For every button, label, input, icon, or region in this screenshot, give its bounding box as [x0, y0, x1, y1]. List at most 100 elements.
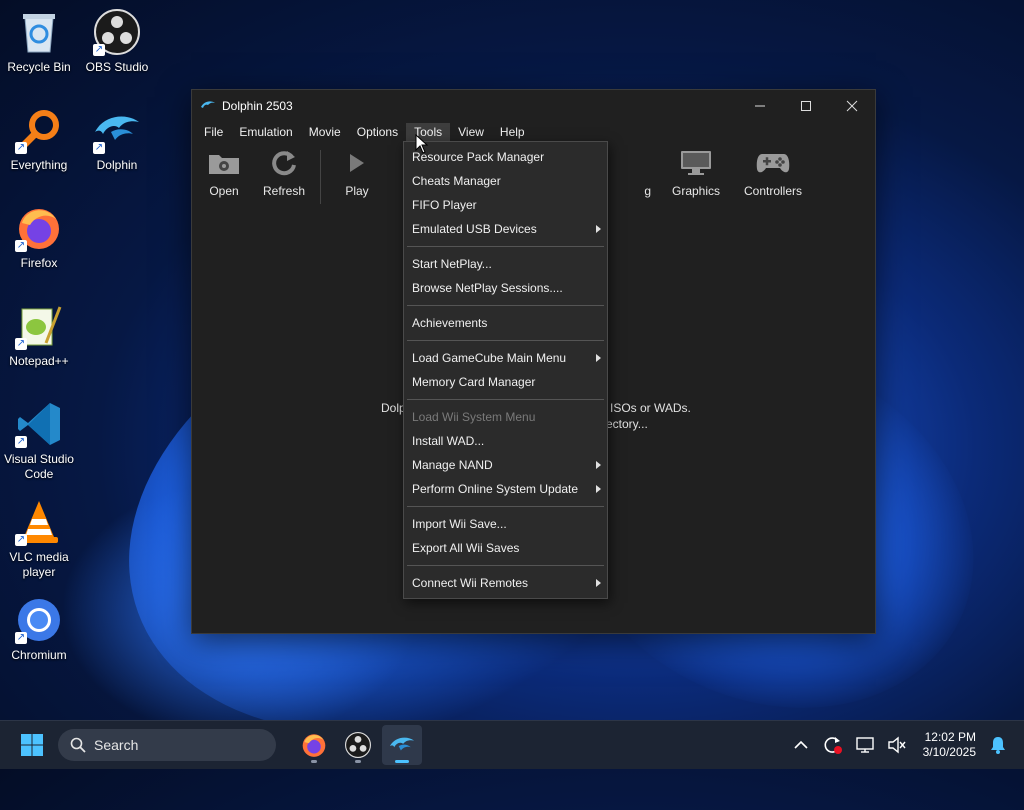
menu-item-manage-nand[interactable]: Manage NAND [404, 453, 607, 477]
volume-button[interactable] [885, 733, 909, 757]
menu-item-fifo-player[interactable]: FIFO Player [404, 193, 607, 217]
submenu-arrow-icon [596, 579, 601, 587]
menu-file[interactable]: File [196, 123, 231, 141]
menu-emulation[interactable]: Emulation [231, 123, 300, 141]
menu-item-label: Import Wii Save... [412, 517, 507, 531]
clock-time: 12:02 PM [924, 730, 976, 744]
menu-item-perform-online-system-update[interactable]: Perform Online System Update [404, 477, 607, 501]
menu-item-label: Perform Online System Update [412, 482, 579, 496]
menu-separator [407, 399, 604, 400]
menu-item-achievements[interactable]: Achievements [404, 311, 607, 335]
refresh-button[interactable]: Refresh [254, 148, 314, 198]
obs-studio-icon [345, 732, 371, 758]
menu-item-memory-card-manager[interactable]: Memory Card Manager [404, 370, 607, 394]
clock-date: 3/10/2025 [922, 745, 976, 759]
title-bar[interactable]: Dolphin 2503 [192, 90, 875, 122]
controllers-button[interactable]: Controllers [735, 148, 811, 198]
menu-item-start-netplay[interactable]: Start NetPlay... [404, 252, 607, 276]
menu-separator [407, 305, 604, 306]
obs-studio-icon: ↗ [93, 8, 141, 56]
desktop-icon-dolphin[interactable]: ↗ Dolphin [78, 106, 156, 173]
notepadpp-icon: ↗ [15, 302, 63, 350]
menu-options[interactable]: Options [349, 123, 406, 141]
menu-item-label: Manage NAND [412, 458, 493, 472]
empty-message-right-line1: ISOs or WADs. [610, 401, 691, 415]
system-tray: 12:02 PM 3/10/2025 [781, 721, 1024, 769]
notifications-button[interactable] [986, 733, 1010, 757]
minimize-button[interactable] [737, 90, 783, 122]
recycle-bin-icon [15, 8, 63, 56]
menu-item-install-wad[interactable]: Install WAD... [404, 429, 607, 453]
menu-item-label: Memory Card Manager [412, 375, 536, 389]
menu-item-label: FIFO Player [412, 198, 477, 212]
taskbar-search-box[interactable]: Search [58, 729, 276, 761]
show-hidden-icons-button[interactable] [789, 733, 813, 757]
chromium-icon: ↗ [15, 596, 63, 644]
gamepad-icon [755, 148, 791, 178]
clock[interactable]: 12:02 PM 3/10/2025 [923, 730, 976, 760]
firefox-icon: ↗ [15, 204, 63, 252]
taskbar-obs-studio[interactable] [338, 725, 378, 765]
dolphin-icon [389, 737, 415, 751]
volume-muted-icon [887, 736, 906, 754]
start-button[interactable] [14, 727, 50, 763]
menu-view[interactable]: View [450, 123, 492, 141]
shortcut-arrow-icon: ↗ [15, 338, 27, 350]
menu-movie[interactable]: Movie [301, 123, 349, 141]
menu-item-load-gamecube-main-menu[interactable]: Load GameCube Main Menu [404, 346, 607, 370]
tools-menu-dropdown: Resource Pack Manager Cheats Manager FIFO … [403, 141, 608, 599]
menu-item-import-wii-save[interactable]: Import Wii Save... [404, 512, 607, 536]
menu-item-label: Start NetPlay... [412, 257, 492, 271]
maximize-button[interactable] [783, 90, 829, 122]
open-button[interactable]: Open [194, 148, 254, 198]
dolphin-icon: ↗ [93, 106, 141, 154]
window-title: Dolphin 2503 [222, 99, 293, 113]
taskbar: Search 12:02 PM 3/10/2025 [0, 720, 1024, 769]
menu-item-resource-pack-manager[interactable]: Resource Pack Manager [404, 145, 607, 169]
desktop-icon-firefox[interactable]: ↗ Firefox [0, 204, 78, 271]
menu-item-browse-netplay-sessions[interactable]: Browse NetPlay Sessions.... [404, 276, 607, 300]
config-button[interactable]: g [619, 148, 651, 198]
taskbar-firefox[interactable] [294, 725, 334, 765]
menu-item-cheats-manager[interactable]: Cheats Manager [404, 169, 607, 193]
menu-item-label: Achievements [412, 316, 488, 330]
menu-item-connect-wii-remotes[interactable]: Connect Wii Remotes [404, 571, 607, 595]
play-button[interactable]: Play [327, 148, 387, 198]
desktop-icon-everything[interactable]: ↗ Everything [0, 106, 78, 173]
menu-separator [407, 565, 604, 566]
close-button[interactable] [829, 90, 875, 122]
sync-status-button[interactable] [821, 733, 845, 757]
menu-item-emulated-usb-devices[interactable]: Emulated USB Devices [404, 217, 607, 241]
desktop-icon-notepadpp[interactable]: ↗ Notepad++ [0, 302, 78, 369]
config-icon [615, 148, 651, 178]
sync-error-icon [824, 737, 842, 754]
menu-item-label: Export All Wii Saves [412, 541, 520, 555]
menu-separator [407, 246, 604, 247]
vlc-icon: ↗ [15, 498, 63, 546]
taskbar-dolphin[interactable] [382, 725, 422, 765]
desktop-icon-obs-studio[interactable]: ↗ OBS Studio [78, 8, 156, 75]
desktop-icon-recycle-bin[interactable]: Recycle Bin [0, 8, 78, 75]
menu-item-label: Cheats Manager [412, 174, 501, 188]
menu-help[interactable]: Help [492, 123, 533, 141]
menu-item-load-wii-system-menu: Load Wii System Menu [404, 405, 607, 429]
submenu-arrow-icon [596, 354, 601, 362]
shortcut-arrow-icon: ↗ [15, 240, 27, 252]
menu-item-export-all-wii-saves[interactable]: Export All Wii Saves [404, 536, 607, 560]
network-button[interactable] [853, 733, 877, 757]
desktop-icon-vlc[interactable]: ↗ VLC media player [0, 498, 78, 580]
toolbar-separator [320, 150, 321, 204]
desktop-icon-chromium[interactable]: ↗ Chromium [0, 596, 78, 663]
maximize-icon [801, 101, 811, 111]
vscode-icon: ↗ [15, 400, 63, 448]
shortcut-arrow-icon: ↗ [15, 436, 27, 448]
submenu-arrow-icon [596, 485, 601, 493]
menu-item-label: Load GameCube Main Menu [412, 351, 567, 365]
menu-separator [407, 340, 604, 341]
desktop-icon-vscode[interactable]: ↗ Visual Studio Code [0, 400, 78, 482]
submenu-arrow-icon [596, 225, 601, 233]
graphics-button[interactable]: Graphics [657, 148, 735, 198]
menu-item-label: Load Wii System Menu [412, 410, 536, 424]
refresh-icon [266, 148, 302, 178]
shortcut-arrow-icon: ↗ [15, 632, 27, 644]
